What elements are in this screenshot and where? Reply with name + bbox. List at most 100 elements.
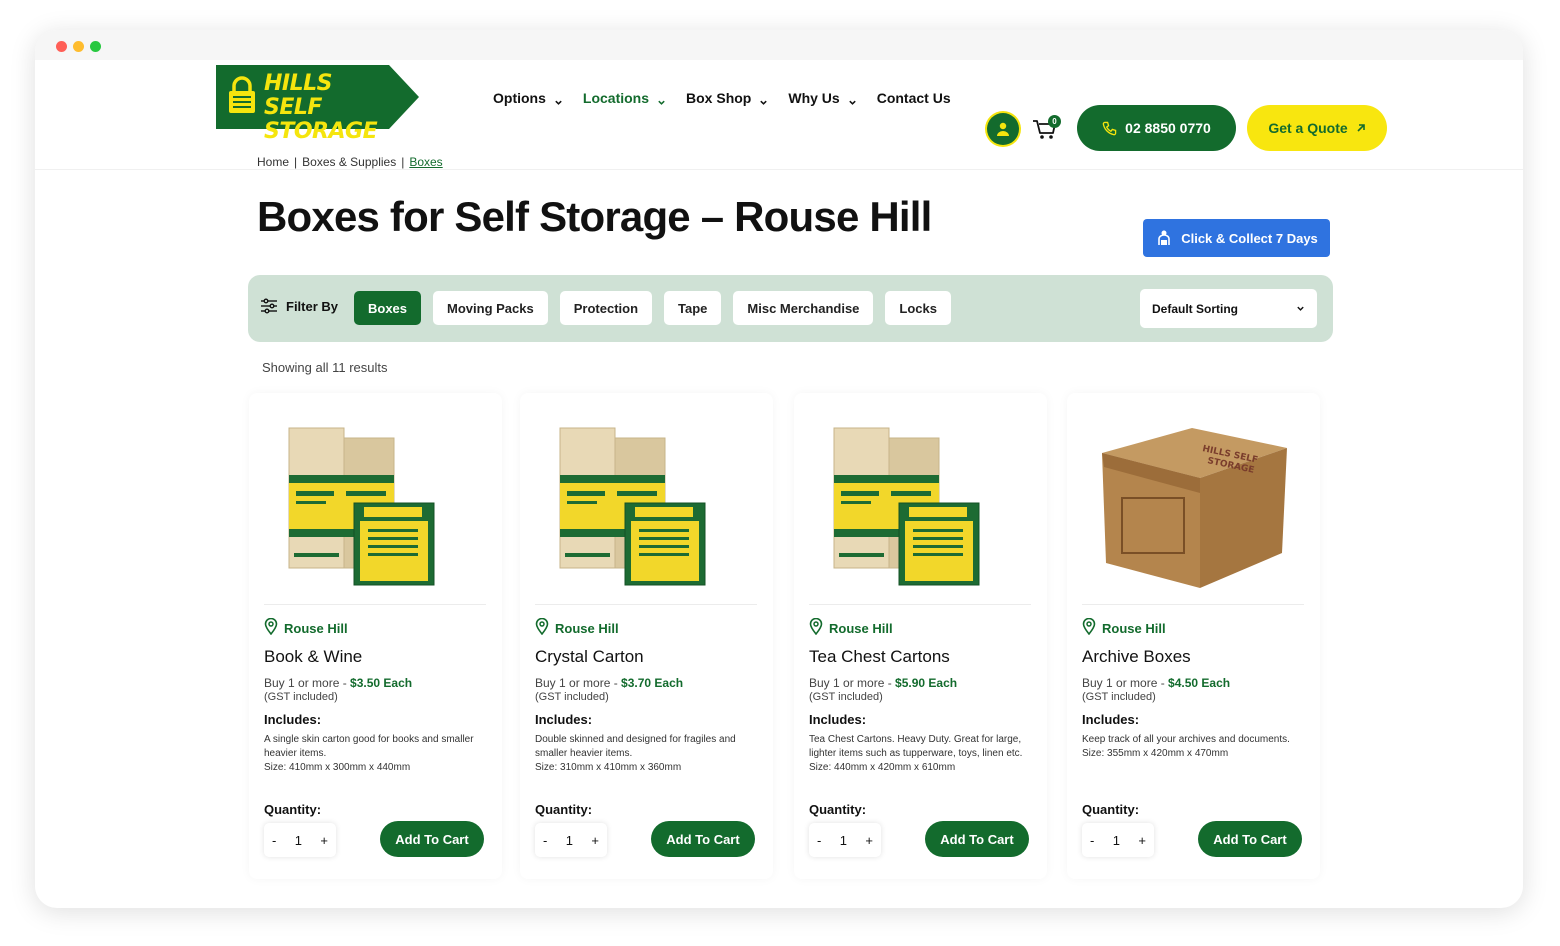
quantity-stepper: - 1 +: [809, 823, 881, 857]
quantity-label: Quantity:: [809, 802, 867, 817]
nav-item-label: Box Shop: [686, 90, 752, 106]
filter-chip-boxes[interactable]: Boxes: [354, 291, 422, 325]
product-image[interactable]: HILLS SELF STORAGE: [1082, 403, 1304, 605]
phone-number: 02 8850 0770: [1125, 120, 1211, 136]
increment-button[interactable]: +: [320, 833, 328, 848]
increment-button[interactable]: +: [1138, 833, 1146, 848]
close-window-button[interactable]: [56, 41, 67, 52]
product-location-label: Rouse Hill: [555, 620, 619, 636]
arrow-up-right-icon: [1357, 124, 1365, 132]
product-size: Size: 440mm x 420mm x 610mm: [809, 762, 956, 773]
product-price: Buy 1 or more - $3.50 Each: [264, 676, 412, 690]
chevron-down-icon: [1297, 306, 1304, 311]
price-prefix: Buy 1 or more -: [809, 676, 896, 690]
product-location: Rouse Hill: [1082, 617, 1166, 638]
click-and-collect-button[interactable]: Click & Collect 7 Days: [1143, 219, 1330, 257]
cart-button[interactable]: 0: [1032, 115, 1062, 145]
product-location-label: Rouse Hill: [284, 620, 348, 636]
quantity-input[interactable]: 1: [1113, 833, 1120, 848]
price-prefix: Buy 1 or more -: [535, 676, 622, 690]
add-to-cart-button[interactable]: Add To Cart: [925, 821, 1029, 857]
product-location: Rouse Hill: [264, 617, 348, 638]
location-pin-icon: [535, 617, 549, 638]
nav-item-box-shop[interactable]: Box Shop: [686, 88, 768, 108]
price-prefix: Buy 1 or more -: [264, 676, 351, 690]
filter-chip-tape[interactable]: Tape: [664, 291, 722, 325]
increment-button[interactable]: +: [591, 833, 599, 848]
decrement-button[interactable]: -: [272, 833, 276, 848]
description-text: Double skinned and designed for fragiles…: [535, 734, 736, 759]
price-prefix: Buy 1 or more -: [1082, 676, 1169, 690]
product-image[interactable]: [535, 403, 757, 605]
nav-item-options[interactable]: Options: [493, 88, 562, 108]
window-titlebar: [35, 30, 1523, 60]
filter-bar: Filter By Boxes Moving Packs Protection Tap…: [248, 275, 1333, 342]
logo-text: HILLS SELF STORAGE: [264, 71, 378, 144]
description-text: A single skin carton good for books and …: [264, 734, 474, 759]
product-card: Rouse Hill Book & Wine Buy 1 or more - $3.…: [249, 393, 502, 879]
product-price: Buy 1 or more - $3.70 Each: [535, 676, 683, 690]
get-quote-button[interactable]: Get a Quote: [1247, 105, 1387, 151]
product-card: HILLS SELF STORAGE Rouse Hill Archive Box…: [1067, 393, 1320, 879]
account-button[interactable]: [985, 111, 1021, 147]
product-title[interactable]: Book & Wine: [264, 647, 362, 667]
filter-chip-protection[interactable]: Protection: [559, 291, 653, 325]
quantity-label: Quantity:: [1082, 802, 1140, 817]
product-size: Size: 310mm x 410mm x 360mm: [535, 762, 682, 773]
gst-note: (GST included): [535, 691, 609, 703]
filter-chip-misc-merchandise[interactable]: Misc Merchandise: [733, 291, 874, 325]
product-location: Rouse Hill: [535, 617, 619, 638]
product-title[interactable]: Archive Boxes: [1082, 647, 1191, 667]
product-image[interactable]: [264, 403, 486, 605]
includes-heading: Includes:: [1082, 712, 1140, 727]
breadcrumb-current[interactable]: Boxes: [409, 155, 442, 169]
location-pin-icon: [264, 617, 278, 638]
filter-chip-locks[interactable]: Locks: [885, 291, 951, 325]
nav-item-locations[interactable]: Locations: [583, 88, 665, 108]
minimize-window-button[interactable]: [73, 41, 84, 52]
location-pin-icon: [1082, 617, 1096, 638]
product-image[interactable]: [809, 403, 1031, 605]
filter-by[interactable]: Filter By: [260, 298, 338, 314]
chevron-down-icon: [657, 94, 665, 105]
add-to-cart-button[interactable]: Add To Cart: [380, 821, 484, 857]
filter-chip-moving-packs[interactable]: Moving Packs: [433, 291, 548, 325]
product-description: Keep track of all your archives and docu…: [1082, 733, 1307, 761]
product-title[interactable]: Tea Chest Cartons: [809, 647, 950, 667]
quantity-input[interactable]: 1: [295, 833, 302, 848]
breadcrumb-boxes-supplies[interactable]: Boxes & Supplies: [302, 155, 396, 169]
phone-icon: [1102, 121, 1117, 135]
click-and-collect-label: Click & Collect 7 Days: [1181, 230, 1318, 246]
product-price: Buy 1 or more - $4.50 Each: [1082, 676, 1230, 690]
price-amount: $3.70 Each: [621, 676, 684, 690]
breadcrumb-home[interactable]: Home: [257, 155, 289, 169]
browser-window: HILLS SELF STORAGE Options Locations Box S…: [35, 30, 1523, 908]
filter-sliders-icon: [261, 298, 277, 314]
gst-note: (GST included): [809, 691, 883, 703]
add-to-cart-button[interactable]: Add To Cart: [1198, 821, 1302, 857]
cart-count-badge: 0: [1048, 115, 1061, 128]
includes-heading: Includes:: [809, 712, 867, 727]
decrement-button[interactable]: -: [817, 833, 821, 848]
product-description: Tea Chest Cartons. Heavy Duty. Great for…: [809, 733, 1034, 775]
quantity-stepper: - 1 +: [535, 823, 607, 857]
phone-button[interactable]: 02 8850 0770: [1077, 105, 1236, 151]
product-title[interactable]: Crystal Carton: [535, 647, 644, 667]
quantity-input[interactable]: 1: [840, 833, 847, 848]
increment-button[interactable]: +: [865, 833, 873, 848]
nav-item-why-us[interactable]: Why Us: [788, 88, 856, 108]
site-logo[interactable]: HILLS SELF STORAGE: [216, 65, 419, 144]
sort-select[interactable]: Default Sorting: [1140, 289, 1317, 328]
nav-item-label: Why Us: [788, 90, 840, 106]
nav-item-label: Locations: [582, 90, 650, 106]
nav-item-contact-us[interactable]: Contact Us: [877, 88, 951, 108]
chevron-down-icon: [554, 94, 562, 105]
decrement-button[interactable]: -: [543, 833, 547, 848]
maximize-window-button[interactable]: [90, 41, 101, 52]
quantity-stepper: - 1 +: [264, 823, 336, 857]
gst-note: (GST included): [264, 691, 338, 703]
add-to-cart-button[interactable]: Add To Cart: [651, 821, 755, 857]
quantity-input[interactable]: 1: [566, 833, 573, 848]
chevron-down-icon: [759, 94, 768, 105]
decrement-button[interactable]: -: [1090, 833, 1094, 848]
